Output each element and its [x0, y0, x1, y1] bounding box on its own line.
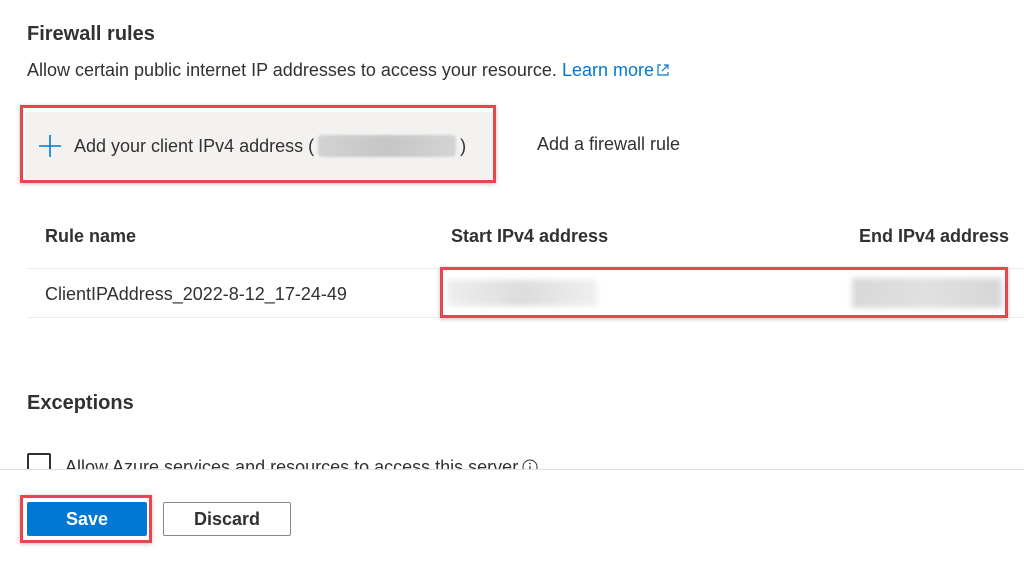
rules-table-header: Rule name Start IPv4 address End IPv4 ad…	[27, 210, 1024, 269]
add-client-ip-button[interactable]: Add your client IPv4 address ()	[25, 112, 493, 179]
save-button[interactable]: Save	[27, 502, 147, 536]
column-header-start-ip: Start IPv4 address	[451, 226, 609, 246]
add-firewall-rule-button[interactable]: Add a firewall rule	[537, 134, 680, 155]
add-client-ip-label: Add your client IPv4 address ()	[74, 134, 467, 157]
external-link-icon	[657, 64, 669, 76]
learn-more-label: Learn more	[561, 60, 655, 80]
redacted-client-ip	[318, 134, 457, 157]
discard-button[interactable]: Discard	[163, 502, 291, 536]
action-footer: Save Discard	[0, 469, 1024, 564]
column-header-rule-name: Rule name	[45, 226, 137, 246]
table-row[interactable]: ClientIPAddress_2022-8-12_17-24-49	[27, 268, 1024, 318]
allow-azure-services-checkbox[interactable]	[27, 453, 51, 469]
allow-azure-services-label: Allow Azure services and resources to ac…	[65, 457, 519, 469]
redacted-end-ip	[852, 278, 1002, 308]
rule-name-cell: ClientIPAddress_2022-8-12_17-24-49	[45, 284, 347, 304]
learn-more-link[interactable]: Learn more	[562, 60, 670, 80]
allow-azure-services-option: Allow Azure services and resources to ac…	[27, 453, 627, 469]
firewall-description: Allow certain public internet IP address…	[27, 60, 670, 81]
add-client-ip-suffix: )	[460, 135, 467, 156]
redacted-start-ip	[447, 280, 597, 306]
plus-icon	[39, 134, 61, 157]
exceptions-title: Exceptions	[27, 392, 134, 414]
column-header-end-ip: End IPv4 address	[859, 226, 1010, 246]
info-icon[interactable]	[522, 459, 538, 469]
firewall-rules-title: Firewall rules	[27, 23, 155, 45]
allow-azure-services-label-wrap: Allow Azure services and resources to ac…	[65, 457, 538, 469]
firewall-settings-page: Firewall rules Allow certain public inte…	[0, 0, 1024, 564]
add-client-ip-prefix: Add your client IPv4 address (	[74, 135, 315, 156]
firewall-description-text: Allow certain public internet IP address…	[27, 60, 557, 80]
